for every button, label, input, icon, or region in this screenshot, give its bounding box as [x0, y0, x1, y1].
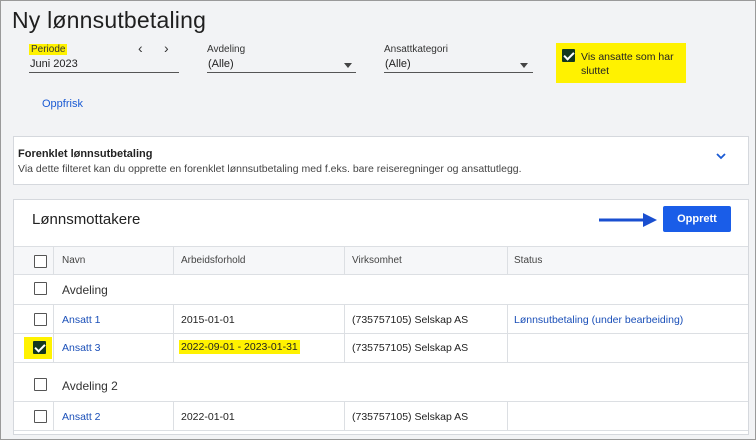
ansattkategori-underline: [384, 72, 533, 73]
virksomhet-cell: (735757105) Selskap AS: [352, 411, 469, 423]
periode-underline: [29, 72, 179, 73]
simplified-payment-title: Forenklet lønnsutbetaling: [18, 148, 153, 160]
next-period-icon[interactable]: ›: [164, 41, 169, 55]
employee-link[interactable]: Ansatt 2: [62, 411, 101, 423]
simplified-payment-description: Via dette filteret kan du opprette en fo…: [18, 163, 522, 175]
divider: [53, 401, 54, 430]
divider: [14, 401, 748, 402]
avdeling-chevron-down-icon[interactable]: [344, 63, 352, 68]
arrow-right-icon: [599, 213, 657, 227]
divider: [14, 304, 748, 305]
divider: [173, 246, 174, 274]
group-header-avdeling-2: Avdeling 2: [62, 379, 118, 393]
group-checkbox[interactable]: [34, 282, 47, 295]
divider: [14, 246, 748, 247]
arbeidsforhold-cell: 2015-01-01: [181, 314, 235, 326]
avdeling-select[interactable]: (Alle): [208, 58, 234, 70]
ansattkategori-select[interactable]: (Alle): [385, 58, 411, 70]
divider: [507, 401, 508, 430]
divider: [344, 401, 345, 430]
divider: [173, 304, 174, 362]
avdeling-underline: [207, 72, 356, 73]
divider: [14, 430, 748, 431]
select-all-checkbox[interactable]: [34, 255, 47, 268]
show-terminated-label[interactable]: Vis ansatte som har sluttet: [581, 50, 685, 78]
status-link[interactable]: Lønnsutbetaling (under bearbeiding): [514, 314, 683, 326]
chevron-down-icon[interactable]: [716, 151, 726, 161]
periode-label: Periode: [29, 44, 68, 55]
avdeling-label: Avdeling: [207, 44, 246, 55]
ansattkategori-chevron-down-icon[interactable]: [520, 63, 528, 68]
divider: [53, 246, 54, 274]
virksomhet-cell: (735757105) Selskap AS: [352, 314, 469, 326]
divider: [344, 304, 345, 362]
group-checkbox[interactable]: [34, 378, 47, 391]
divider: [14, 362, 748, 363]
recipients-title: Lønnsmottakere: [32, 211, 141, 228]
row-checkbox[interactable]: [33, 341, 46, 354]
divider: [344, 246, 345, 274]
refresh-button[interactable]: Oppfrisk: [42, 98, 83, 110]
column-header-navn[interactable]: Navn: [62, 255, 85, 266]
divider: [507, 304, 508, 362]
ansattkategori-label: Ansattkategori: [384, 44, 448, 55]
column-header-status[interactable]: Status: [514, 255, 542, 266]
prev-period-icon[interactable]: ‹: [138, 41, 143, 55]
divider: [173, 401, 174, 430]
divider: [507, 246, 508, 274]
group-header-avdeling: Avdeling: [62, 283, 108, 297]
periode-input[interactable]: Juni 2023: [30, 58, 78, 70]
divider: [14, 333, 748, 334]
employee-link[interactable]: Ansatt 1: [62, 314, 101, 326]
arbeidsforhold-cell: 2022-01-01: [181, 411, 235, 423]
divider: [53, 304, 54, 362]
simplified-payment-card[interactable]: [13, 136, 749, 185]
row-checkbox[interactable]: [34, 313, 47, 326]
arbeidsforhold-cell: 2022-09-01 - 2023-01-31: [179, 340, 300, 354]
employee-link[interactable]: Ansatt 3: [62, 342, 101, 354]
page-title: Ny lønnsutbetaling: [12, 7, 207, 33]
virksomhet-cell: (735757105) Selskap AS: [352, 342, 469, 354]
column-header-arbeidsforhold[interactable]: Arbeidsforhold: [181, 255, 245, 266]
divider: [14, 274, 748, 275]
row-checkbox[interactable]: [34, 410, 47, 423]
show-terminated-checkbox[interactable]: [562, 49, 575, 62]
create-button[interactable]: Opprett: [663, 206, 731, 232]
column-header-virksomhet[interactable]: Virksomhet: [352, 255, 402, 266]
